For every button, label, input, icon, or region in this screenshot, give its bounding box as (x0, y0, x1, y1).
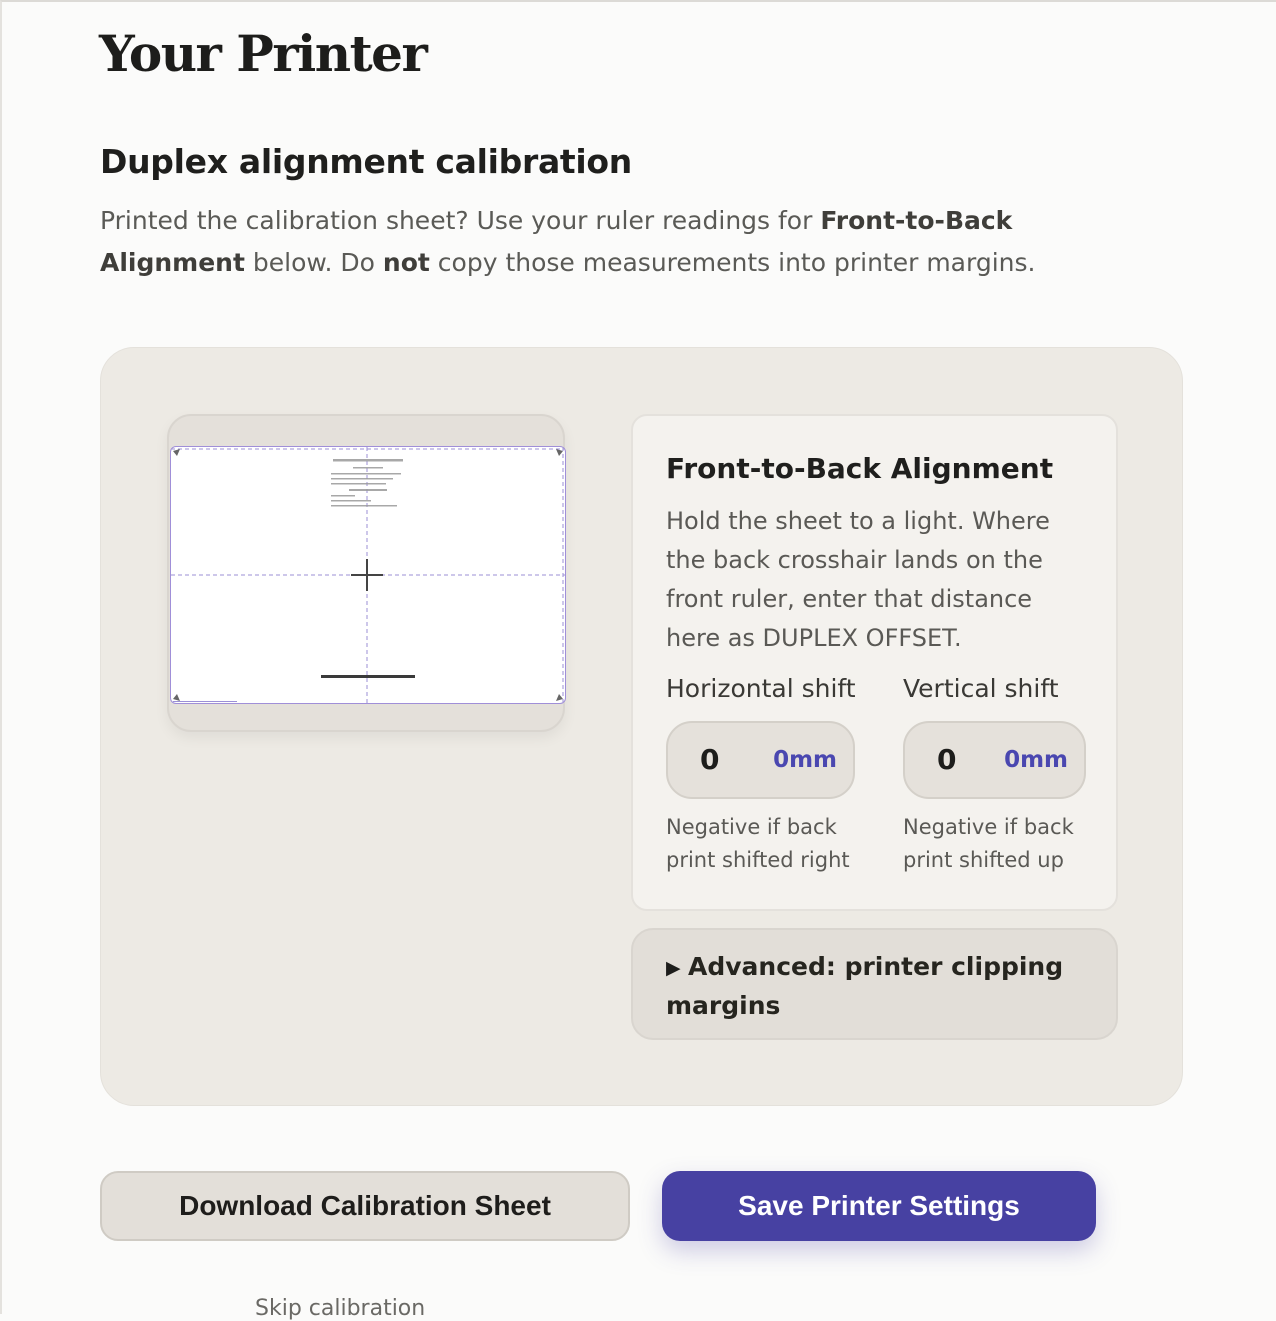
section-title: Duplex alignment calibration (100, 142, 632, 181)
intro-bold-not: not (382, 248, 430, 277)
download-calibration-sheet-button[interactable]: Download Calibration Sheet (100, 1171, 630, 1241)
skip-calibration-link[interactable]: Skip calibration (255, 1296, 425, 1321)
alignment-description: Hold the sheet to a light. Where the bac… (666, 507, 1050, 652)
horizontal-shift-input[interactable] (700, 743, 740, 776)
alignment-title: Front-to-Back Alignment (666, 452, 1054, 485)
vertical-shift-hint: Negative if back print shifted up (903, 815, 1074, 872)
vertical-shift-field[interactable]: 0mm (903, 721, 1086, 799)
vertical-shift-unit: 0mm (1004, 747, 1068, 773)
vertical-shift-label: Vertical shift (903, 674, 1059, 703)
intro-part-3: copy those measurements into printer mar… (429, 248, 1036, 277)
page-title: Your Printer (99, 24, 428, 83)
advanced-margins-label: Advanced: printer clipping margins (666, 952, 1064, 1020)
save-printer-settings-button[interactable]: Save Printer Settings (662, 1171, 1096, 1241)
vertical-shift-input[interactable] (937, 743, 977, 776)
horizontal-shift-hint: Negative if back print shifted right (666, 815, 850, 872)
calibration-sheet-image (170, 446, 566, 704)
horizontal-shift-label: Horizontal shift (666, 674, 856, 703)
calibration-panel: Front-to-Back Alignment Hold the sheet t… (100, 347, 1183, 1106)
horizontal-shift-unit: 0mm (773, 747, 837, 773)
front-to-back-alignment-card: Front-to-Back Alignment Hold the sheet t… (631, 414, 1118, 911)
calibration-sheet-preview (167, 414, 566, 732)
horizontal-shift-field[interactable]: 0mm (666, 721, 855, 799)
intro-text: Printed the calibration sheet? Use your … (100, 200, 1100, 284)
intro-part-2: below. Do (244, 248, 383, 277)
calibration-sheet-graphic (171, 447, 565, 703)
intro-part-1: Printed the calibration sheet? Use your … (100, 206, 821, 235)
advanced-margins-toggle[interactable]: ▶ Advanced: printer clipping margins (631, 928, 1118, 1040)
